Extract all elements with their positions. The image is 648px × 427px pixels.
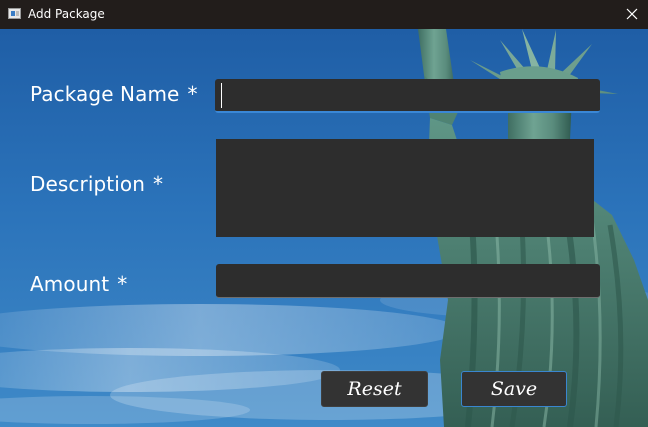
save-button[interactable]: Save xyxy=(461,371,567,407)
description-label: Description * xyxy=(30,172,164,196)
package-name-input[interactable] xyxy=(215,79,600,113)
app-window-icon xyxy=(8,8,21,19)
title-bar: Add Package xyxy=(0,0,648,29)
amount-input[interactable] xyxy=(216,264,600,298)
text-cursor xyxy=(221,83,222,108)
reset-button[interactable]: Reset xyxy=(321,371,428,407)
package-name-label: Package Name * xyxy=(30,82,198,106)
close-icon xyxy=(626,8,638,20)
required-marker: * xyxy=(187,82,198,106)
add-package-window: Add Package Package Name * Description *… xyxy=(0,0,648,427)
required-marker: * xyxy=(117,272,128,296)
required-marker: * xyxy=(153,172,164,196)
amount-label: Amount * xyxy=(30,272,128,296)
window-title: Add Package xyxy=(28,7,105,21)
close-button[interactable] xyxy=(616,0,648,29)
description-textarea[interactable] xyxy=(216,139,594,237)
